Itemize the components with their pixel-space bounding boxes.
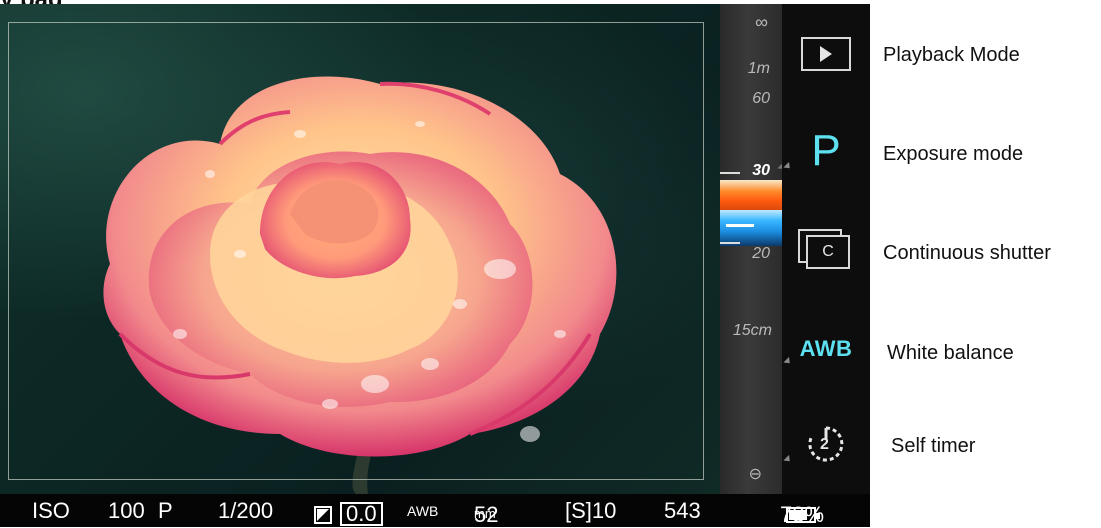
status-awb: AWB	[407, 503, 439, 519]
viewfinder	[0, 4, 720, 494]
ev-icon	[314, 506, 332, 524]
label-self-timer: Self timer	[891, 435, 976, 457]
focus-dial[interactable]: ∞ 1m 60 30 20 15cm ⊖	[720, 4, 789, 494]
frame-guide	[8, 22, 704, 480]
label-exposure-mode: Exposure mode	[883, 143, 1024, 165]
battery-status: 73%	[780, 498, 824, 527]
distance-1m-label: 1m	[747, 60, 770, 77]
playback-button[interactable]	[782, 19, 870, 89]
mode-indicator: P	[158, 498, 173, 523]
icon-column: P C AWB 2	[782, 4, 870, 494]
infinity-mark: ∞	[755, 12, 768, 32]
shot-count: [S]10	[565, 498, 617, 523]
shutter-speed: 1/200	[218, 498, 274, 523]
tick-60-label: 60	[752, 90, 770, 107]
battery-icon	[786, 507, 820, 523]
upper-tick	[720, 172, 740, 174]
awb-icon: AWB	[799, 336, 853, 361]
playback-icon	[801, 37, 851, 71]
distance-15cm-label: 15cm	[732, 322, 772, 339]
iso-value: 100	[108, 498, 145, 523]
label-continuous-shutter: Continuous shutter	[883, 242, 1051, 264]
continuous-shutter-button[interactable]: C	[782, 214, 870, 284]
self-timer-button[interactable]: 2	[782, 409, 870, 479]
white-balance-button[interactable]: AWB	[782, 314, 870, 384]
self-timer-icon: 2	[806, 424, 846, 464]
continuous-shutter-icon: C	[798, 229, 854, 269]
lower-tick	[720, 242, 740, 244]
cool-indicator-band	[720, 210, 782, 246]
exposure-mode-button[interactable]: P	[782, 116, 870, 186]
focal-length: 52 mm	[474, 502, 499, 527]
tick-20-label: 20	[752, 245, 770, 262]
tick-30-label: 30	[752, 162, 770, 179]
camera-screen: ∞ 1m 60 30 20 15cm ⊖ P C AWB 2 ISO 100 P…	[0, 4, 870, 527]
iso-label: ISO	[32, 498, 70, 523]
focus-symbol: ⊖	[748, 466, 762, 483]
label-playback-mode: Playback Mode	[883, 44, 1020, 66]
label-white-balance: White balance	[887, 342, 1014, 364]
exposure-mode-p-icon: P	[811, 126, 841, 175]
ev-compensation: 0.0	[314, 498, 383, 526]
status-bar: ISO 100 P 1/200 0.0 AWB 52mm [S]10 543 7…	[0, 494, 870, 527]
shots-remaining: 543	[664, 498, 701, 523]
